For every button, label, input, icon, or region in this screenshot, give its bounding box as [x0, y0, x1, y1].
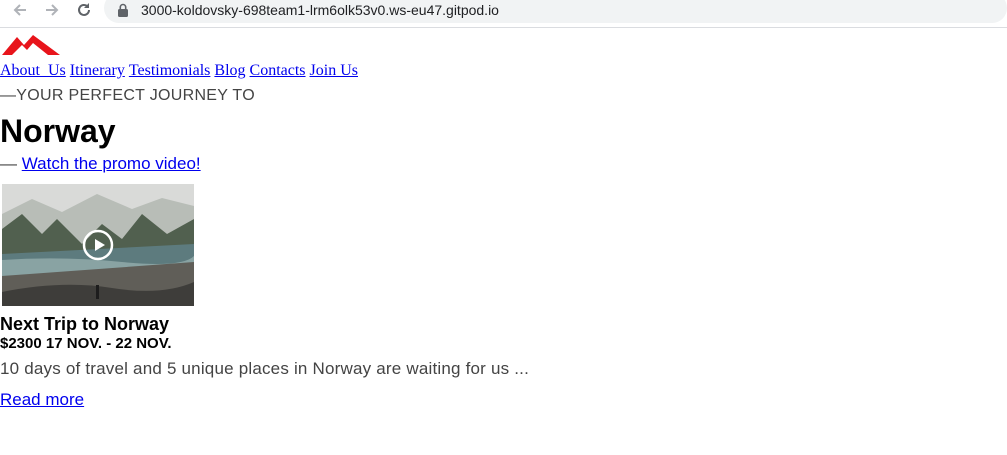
promo-video-thumbnail[interactable] — [2, 184, 194, 306]
page-content: About_Us Itinerary Testimonials Blog Contact… — [0, 28, 1007, 455]
nav-link-join-us[interactable]: Join Us — [310, 62, 358, 79]
nav-link-contacts[interactable]: Contacts — [250, 62, 306, 79]
nav-link-itinerary[interactable]: Itinerary — [70, 62, 125, 79]
nav-link-testimonials[interactable]: Testimonials — [129, 62, 211, 79]
lock-icon[interactable] — [117, 3, 129, 22]
nav-link-blog[interactable]: Blog — [214, 62, 245, 79]
trip-price-dates: $2300 17 NOV. - 22 NOV. — [0, 335, 172, 352]
promo-line: — Watch the promo video! — [0, 154, 201, 174]
reload-icon[interactable] — [72, 0, 96, 20]
browser-toolbar: 3000-koldovsky-698team1-lrm6olk53v0.ws-e… — [0, 0, 1007, 28]
mountain-logo-icon[interactable] — [2, 33, 60, 60]
forward-arrow-icon[interactable] — [40, 0, 64, 20]
trip-description: 10 days of travel and 5 unique places in… — [0, 359, 530, 378]
promo-video-link[interactable]: Watch the promo video! — [22, 154, 201, 173]
play-circle-icon[interactable] — [82, 229, 114, 261]
url-text[interactable]: 3000-koldovsky-698team1-lrm6olk53v0.ws-e… — [141, 1, 499, 19]
read-more-link[interactable]: Read more — [0, 390, 84, 410]
trip-title: Next Trip to Norway — [0, 314, 170, 334]
hero-eyebrow: —YOUR PERFECT JOURNEY TO — [0, 87, 255, 104]
promo-dash: — — [0, 154, 22, 173]
main-nav: About_Us Itinerary Testimonials Blog Contact… — [0, 62, 362, 80]
back-arrow-icon[interactable] — [8, 0, 32, 20]
nav-link-about-us[interactable]: About_Us — [0, 62, 66, 79]
hero-title: Norway — [0, 113, 116, 149]
